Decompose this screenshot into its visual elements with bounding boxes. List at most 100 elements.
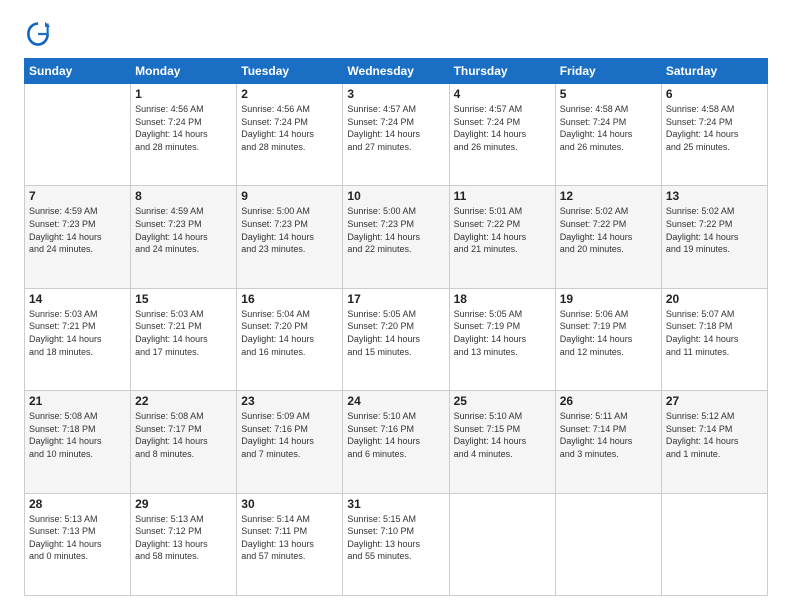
day-number: 4 [454,87,551,101]
day-info: Sunrise: 4:56 AM Sunset: 7:24 PM Dayligh… [135,103,232,153]
day-number: 9 [241,189,338,203]
day-info: Sunrise: 4:56 AM Sunset: 7:24 PM Dayligh… [241,103,338,153]
day-info: Sunrise: 4:57 AM Sunset: 7:24 PM Dayligh… [454,103,551,153]
day-number: 19 [560,292,657,306]
day-info: Sunrise: 5:15 AM Sunset: 7:10 PM Dayligh… [347,513,444,563]
calendar-cell [25,84,131,186]
day-number: 30 [241,497,338,511]
day-info: Sunrise: 5:14 AM Sunset: 7:11 PM Dayligh… [241,513,338,563]
day-info: Sunrise: 5:00 AM Sunset: 7:23 PM Dayligh… [241,205,338,255]
calendar-cell: 6 Sunrise: 4:58 AM Sunset: 7:24 PM Daylig… [661,84,767,186]
day-info: Sunrise: 5:08 AM Sunset: 7:18 PM Dayligh… [29,410,126,460]
calendar-cell [661,493,767,595]
day-info: Sunrise: 5:01 AM Sunset: 7:22 PM Dayligh… [454,205,551,255]
calendar-cell: 3Sunrise: 4:57 AM Sunset: 7:24 PM Daylig… [343,84,449,186]
calendar-cell: 15 Sunrise: 5:03 AM Sunset: 7:21 PM Dayli… [131,288,237,390]
calendar-cell: 25Sunrise: 5:10 AM Sunset: 7:15 PM Dayli… [449,391,555,493]
day-info: Sunrise: 5:03 AM Sunset: 7:21 PM Dayligh… [29,308,126,358]
day-number: 29 [135,497,232,511]
day-number: 16 [241,292,338,306]
week-row-4: 21 Sunrise: 5:08 AM Sunset: 7:18 PM Dayli… [25,391,768,493]
header [24,20,768,48]
day-number: 24 [347,394,444,408]
day-number: 28 [29,497,126,511]
day-number: 20 [666,292,763,306]
day-info: Sunrise: 4:58 AM Sunset: 7:24 PM Dayligh… [560,103,657,153]
day-info: Sunrise: 5:12 AM Sunset: 7:14 PM Dayligh… [666,410,763,460]
day-info: Sunrise: 5:13 AM Sunset: 7:13 PM Dayligh… [29,513,126,563]
calendar-cell: 22 Sunrise: 5:08 AM Sunset: 7:17 PM Dayli… [131,391,237,493]
calendar-cell: 8 Sunrise: 4:59 AM Sunset: 7:23 PM Daylig… [131,186,237,288]
day-number: 6 [666,87,763,101]
day-info: Sunrise: 5:04 AM Sunset: 7:20 PM Dayligh… [241,308,338,358]
calendar-cell: 19 Sunrise: 5:06 AM Sunset: 7:19 PM Dayli… [555,288,661,390]
day-info: Sunrise: 4:59 AM Sunset: 7:23 PM Dayligh… [29,205,126,255]
calendar-cell: 28 Sunrise: 5:13 AM Sunset: 7:13 PM Dayli… [25,493,131,595]
calendar-cell: 23Sunrise: 5:09 AM Sunset: 7:16 PM Dayli… [237,391,343,493]
calendar-cell: 10Sunrise: 5:00 AM Sunset: 7:23 PM Dayli… [343,186,449,288]
day-number: 12 [560,189,657,203]
day-number: 2 [241,87,338,101]
calendar-cell: 27 Sunrise: 5:12 AM Sunset: 7:14 PM Dayli… [661,391,767,493]
calendar-cell: 13 Sunrise: 5:02 AM Sunset: 7:22 PM Dayli… [661,186,767,288]
calendar-cell: 7 Sunrise: 4:59 AM Sunset: 7:23 PM Daylig… [25,186,131,288]
calendar-cell [555,493,661,595]
day-info: Sunrise: 4:58 AM Sunset: 7:24 PM Dayligh… [666,103,763,153]
day-info: Sunrise: 5:10 AM Sunset: 7:16 PM Dayligh… [347,410,444,460]
calendar-cell: 12 Sunrise: 5:02 AM Sunset: 7:22 PM Dayli… [555,186,661,288]
day-header-friday: Friday [555,59,661,84]
day-number: 13 [666,189,763,203]
day-number: 21 [29,394,126,408]
week-row-5: 28 Sunrise: 5:13 AM Sunset: 7:13 PM Dayli… [25,493,768,595]
logo [24,20,56,48]
calendar-cell: 1 Sunrise: 4:56 AM Sunset: 7:24 PM Daylig… [131,84,237,186]
calendar-cell: 5 Sunrise: 4:58 AM Sunset: 7:24 PM Daylig… [555,84,661,186]
week-row-3: 14Sunrise: 5:03 AM Sunset: 7:21 PM Dayli… [25,288,768,390]
day-number: 27 [666,394,763,408]
day-info: Sunrise: 5:03 AM Sunset: 7:21 PM Dayligh… [135,308,232,358]
calendar-cell: 2 Sunrise: 4:56 AM Sunset: 7:24 PM Daylig… [237,84,343,186]
calendar-table: SundayMondayTuesdayWednesdayThursdayFrid… [24,58,768,596]
day-number: 1 [135,87,232,101]
calendar-cell: 14Sunrise: 5:03 AM Sunset: 7:21 PM Dayli… [25,288,131,390]
day-header-wednesday: Wednesday [343,59,449,84]
calendar-cell: 26 Sunrise: 5:11 AM Sunset: 7:14 PM Dayli… [555,391,661,493]
day-info: Sunrise: 5:08 AM Sunset: 7:17 PM Dayligh… [135,410,232,460]
week-row-1: 1 Sunrise: 4:56 AM Sunset: 7:24 PM Daylig… [25,84,768,186]
day-number: 26 [560,394,657,408]
calendar-cell: 4 Sunrise: 4:57 AM Sunset: 7:24 PM Daylig… [449,84,555,186]
day-number: 5 [560,87,657,101]
calendar-cell: 17 Sunrise: 5:05 AM Sunset: 7:20 PM Dayli… [343,288,449,390]
day-info: Sunrise: 5:02 AM Sunset: 7:22 PM Dayligh… [666,205,763,255]
week-row-2: 7 Sunrise: 4:59 AM Sunset: 7:23 PM Daylig… [25,186,768,288]
day-number: 23 [241,394,338,408]
calendar-cell: 20 Sunrise: 5:07 AM Sunset: 7:18 PM Dayli… [661,288,767,390]
day-number: 15 [135,292,232,306]
day-number: 17 [347,292,444,306]
day-header-sunday: Sunday [25,59,131,84]
day-info: Sunrise: 5:05 AM Sunset: 7:20 PM Dayligh… [347,308,444,358]
calendar-cell: 16 Sunrise: 5:04 AM Sunset: 7:20 PM Dayli… [237,288,343,390]
day-info: Sunrise: 5:00 AM Sunset: 7:23 PM Dayligh… [347,205,444,255]
day-header-saturday: Saturday [661,59,767,84]
day-info: Sunrise: 5:10 AM Sunset: 7:15 PM Dayligh… [454,410,551,460]
header-row: SundayMondayTuesdayWednesdayThursdayFrid… [25,59,768,84]
calendar-cell: 18 Sunrise: 5:05 AM Sunset: 7:19 PM Dayli… [449,288,555,390]
calendar-cell: 9 Sunrise: 5:00 AM Sunset: 7:23 PM Daylig… [237,186,343,288]
calendar-cell: 24 Sunrise: 5:10 AM Sunset: 7:16 PM Dayli… [343,391,449,493]
day-info: Sunrise: 5:13 AM Sunset: 7:12 PM Dayligh… [135,513,232,563]
day-info: Sunrise: 5:02 AM Sunset: 7:22 PM Dayligh… [560,205,657,255]
day-number: 3 [347,87,444,101]
day-header-monday: Monday [131,59,237,84]
day-header-tuesday: Tuesday [237,59,343,84]
day-number: 7 [29,189,126,203]
day-info: Sunrise: 5:05 AM Sunset: 7:19 PM Dayligh… [454,308,551,358]
day-info: Sunrise: 5:11 AM Sunset: 7:14 PM Dayligh… [560,410,657,460]
calendar-cell: 11Sunrise: 5:01 AM Sunset: 7:22 PM Dayli… [449,186,555,288]
day-info: Sunrise: 5:07 AM Sunset: 7:18 PM Dayligh… [666,308,763,358]
day-number: 22 [135,394,232,408]
day-info: Sunrise: 5:06 AM Sunset: 7:19 PM Dayligh… [560,308,657,358]
day-info: Sunrise: 4:59 AM Sunset: 7:23 PM Dayligh… [135,205,232,255]
day-number: 8 [135,189,232,203]
day-number: 18 [454,292,551,306]
